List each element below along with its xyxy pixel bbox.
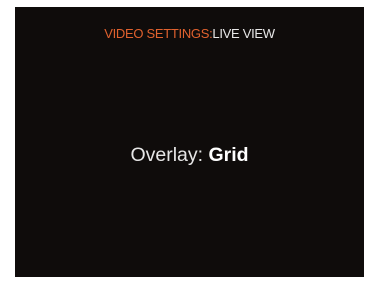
setting-value[interactable]: Grid — [208, 144, 248, 166]
menu-header: VIDEO SETTINGS:LIVE VIEW — [15, 26, 364, 41]
camera-menu-screen: VIDEO SETTINGS:LIVE VIEW Overlay: Grid — [15, 7, 364, 277]
setting-label: Overlay: — [130, 144, 204, 166]
menu-category-label: VIDEO SETTINGS: — [104, 26, 213, 41]
menu-page-label: LIVE VIEW — [212, 26, 275, 41]
overlay-setting[interactable]: Overlay: Grid — [15, 144, 364, 167]
